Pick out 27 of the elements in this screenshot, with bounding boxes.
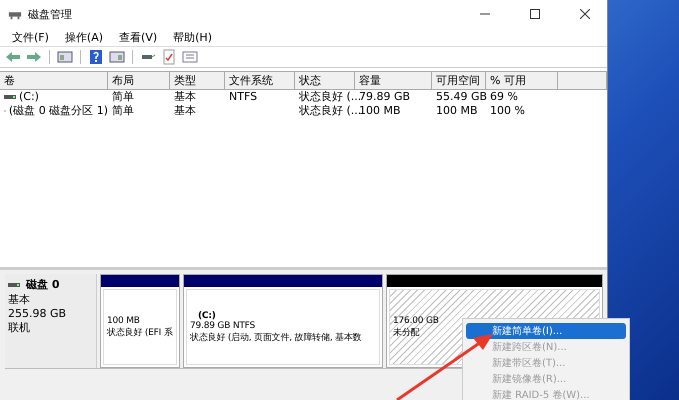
table-cell: 79.89 GB <box>359 90 410 104</box>
table-cell: 简单 <box>112 90 134 104</box>
disk-status: 联机 <box>8 320 31 335</box>
disk-name: 磁盘 0 <box>26 277 60 292</box>
table-cell: 状态良好 (... <box>299 90 362 104</box>
table-cell: 简单 <box>112 104 134 118</box>
window-title: 磁盘管理 <box>28 6 73 22</box>
table-cell: (C:) <box>19 90 39 104</box>
disk-type: 基本 <box>8 292 31 307</box>
table-cell: (磁盘 0 磁盘分区 1) <box>8 104 108 118</box>
table-cell: 基本 <box>174 104 196 118</box>
table-cell: 100 MB <box>359 104 401 118</box>
partition-status: 状态良好 (EFI 系 <box>107 326 173 338</box>
table-cell: NTFS <box>229 90 258 104</box>
table-cell: 状态良好 (... <box>299 104 362 118</box>
table-cell: 69 % <box>490 90 518 104</box>
table-cell: 100 MB <box>436 104 478 118</box>
disk-size: 255.98 GB <box>8 307 68 320</box>
partition-status: 状态良好 (启动, 页面文件, 故障转储, 基本数 <box>190 332 362 344</box>
table-cell: 100 % <box>490 104 525 118</box>
partition-label: (C:) <box>197 310 216 320</box>
table-cell: 55.49 GB <box>436 90 488 104</box>
partition-status: 未分配 <box>393 326 420 338</box>
partition-size: 176.00 GB <box>393 316 439 326</box>
partition-size: 79.89 GB NTFS <box>190 320 255 330</box>
table-cell: 基本 <box>174 90 196 104</box>
partition-size: 100 MB <box>107 316 140 326</box>
